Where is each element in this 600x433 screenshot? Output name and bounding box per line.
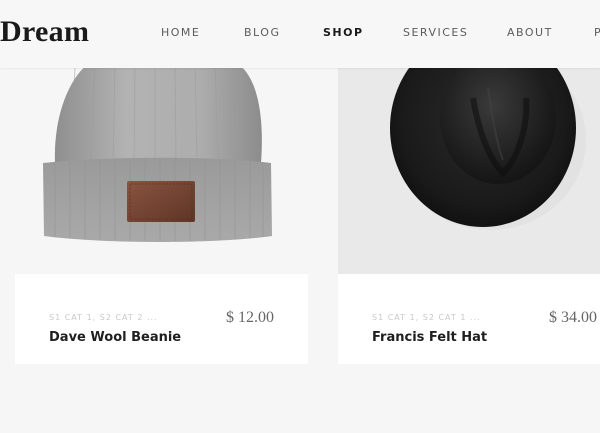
product-title[interactable]: Dave Wool Beanie bbox=[49, 330, 181, 345]
product-categories[interactable]: S1 CAT 1, S2 CAT 2 ... bbox=[49, 313, 158, 322]
product-categories[interactable]: S1 CAT 1, S2 CAT 1 ... bbox=[372, 313, 481, 322]
nav-shop[interactable]: SHOP bbox=[323, 26, 364, 40]
product-image-beanie[interactable] bbox=[15, 68, 308, 274]
nav-portfolio[interactable]: P bbox=[594, 26, 600, 40]
nav-about[interactable]: ABOUT bbox=[507, 26, 553, 40]
product-price: $ 34.00 bbox=[549, 309, 597, 326]
felt-hat-image bbox=[390, 68, 586, 230]
product-price: $ 12.00 bbox=[226, 309, 274, 326]
leather-patch bbox=[127, 181, 195, 222]
nav-services[interactable]: SERVICES bbox=[403, 26, 468, 40]
nav-blog[interactable]: BLOG bbox=[244, 26, 280, 40]
product-title[interactable]: Francis Felt Hat bbox=[372, 330, 487, 345]
beanie-image bbox=[43, 68, 272, 242]
site-logo[interactable]: Dream bbox=[0, 12, 89, 52]
product-card-felt-hat: S1 CAT 1, S2 CAT 1 ... Francis Felt Hat … bbox=[338, 274, 600, 364]
nav-home[interactable]: HOME bbox=[161, 26, 200, 40]
product-card-beanie: S1 CAT 1, S2 CAT 2 ... Dave Wool Beanie … bbox=[15, 274, 308, 364]
site-header: Dream HOME BLOG SHOP SERVICES ABOUT P bbox=[0, 0, 600, 68]
shop-page: Dream HOME BLOG SHOP SERVICES ABOUT P S1… bbox=[0, 0, 600, 433]
product-image-felt-hat[interactable] bbox=[338, 68, 600, 274]
